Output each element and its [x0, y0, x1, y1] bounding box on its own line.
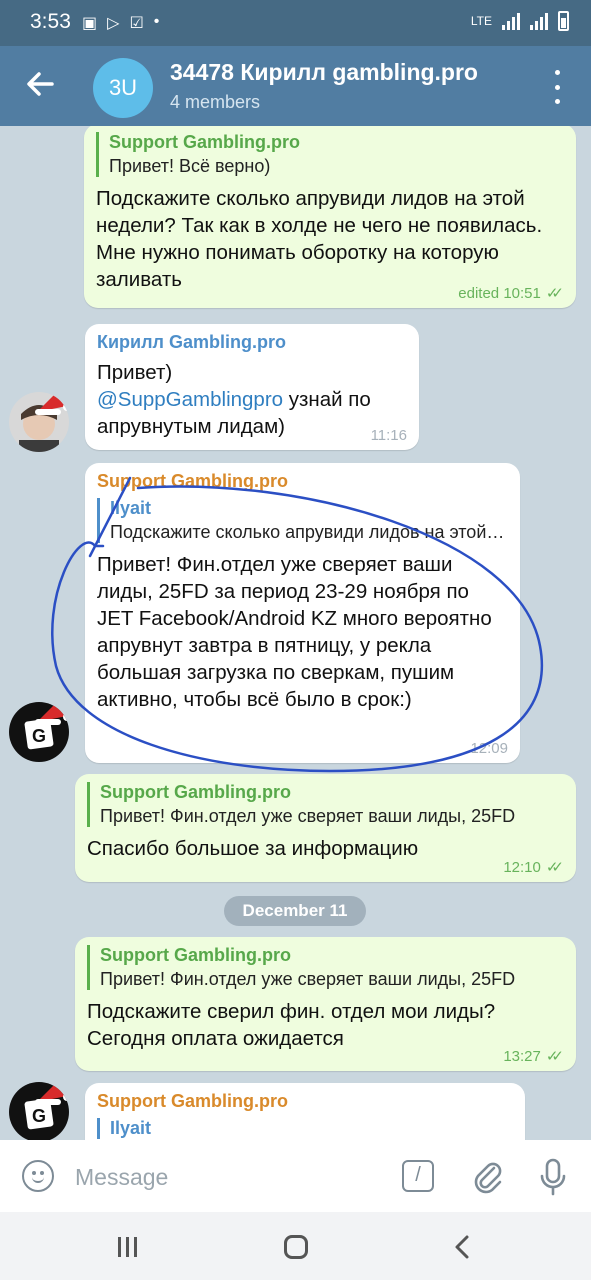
attach-icon[interactable]: [470, 1158, 504, 1194]
message-text: Привет! Фин.отдел уже сверяет ваши лиды,…: [97, 553, 492, 711]
members-count[interactable]: 4 members: [170, 92, 260, 113]
back-arrow-icon[interactable]: [22, 66, 58, 102]
avatar[interactable]: [9, 392, 69, 452]
message-bubble[interactable]: Support Gambling.pro Привет! Фин.отдел у…: [75, 937, 576, 1071]
message-time: 12:10: [503, 858, 541, 876]
reply-sender: Support Gambling.pro: [100, 782, 291, 802]
santa-hat-icon: [35, 394, 69, 415]
avatar[interactable]: G: [9, 1082, 69, 1140]
reply-text: Привет! Всё верно): [109, 156, 271, 176]
message-bubble[interactable]: Support Gambling.pro Привет! Всё верно) …: [84, 126, 576, 308]
home-icon[interactable]: [284, 1235, 308, 1259]
reply-preview[interactable]: Ilyait: [97, 1118, 513, 1139]
message-text: Спасибо большое за информацию: [87, 837, 419, 860]
check-box-icon: ☑: [129, 15, 144, 32]
double-check-icon: ✓✓: [545, 285, 564, 302]
battery-icon: [558, 11, 569, 31]
message-time: 12:09: [470, 740, 508, 757]
message-text: Подскажите сколько апрувиди лидов на это…: [96, 187, 543, 291]
date-separator: December 11: [224, 896, 366, 926]
message-sender[interactable]: Support Gambling.pro: [97, 471, 508, 492]
reply-text: Привет! Фин.отдел уже сверяет ваши лиды,…: [100, 969, 516, 989]
message-sender[interactable]: Support Gambling.pro: [97, 1091, 513, 1112]
network-type: LTE: [470, 14, 492, 28]
message-input[interactable]: [75, 1160, 375, 1194]
reply-preview[interactable]: Support Gambling.pro Привет! Всё верно): [96, 132, 564, 177]
message-bubble[interactable]: Support Gambling.pro Ilyait: [85, 1083, 525, 1140]
play-store-icon: ▷: [107, 15, 120, 32]
message-time: edited 10:51: [458, 284, 541, 302]
santa-hat-icon: [35, 1084, 69, 1105]
group-avatar[interactable]: 3U: [93, 58, 153, 118]
bot-command-icon[interactable]: /: [402, 1160, 434, 1192]
message-text: Подскажите сверил фин. отдел мои лиды? С…: [87, 1000, 496, 1050]
chat-header: 3U 34478 Кирилл gambling.pro 4 members: [0, 46, 591, 126]
microphone-icon[interactable]: [538, 1158, 568, 1196]
message-bubble[interactable]: Кирилл Gambling.pro Привет) @SuppGamblin…: [85, 324, 419, 450]
message-bubble[interactable]: Support Gambling.pro Привет! Фин.отдел у…: [75, 774, 576, 882]
reply-text: Привет! Фин.отдел уже сверяет ваши лиды,…: [100, 806, 516, 826]
chat-title[interactable]: 34478 Кирилл gambling.pro: [170, 59, 520, 86]
avatar[interactable]: G: [9, 702, 69, 762]
message-meta: 11:16: [371, 427, 407, 444]
dot-icon: •: [153, 13, 160, 30]
reply-preview[interactable]: Support Gambling.pro Привет! Фин.отдел у…: [87, 782, 564, 827]
back-icon[interactable]: [452, 1234, 472, 1260]
santa-hat-icon: [35, 704, 69, 725]
message-time: 13:27: [503, 1047, 541, 1065]
svg-text:G: G: [32, 1106, 46, 1126]
signal-icon-2: [530, 12, 548, 30]
reply-sender: Ilyait: [110, 498, 152, 518]
message-sender[interactable]: Кирилл Gambling.pro: [97, 332, 407, 353]
reply-text: Подскажите сколько апрувиди лидов на это…: [110, 522, 508, 542]
system-icons: LTE: [471, 11, 569, 31]
reply-sender: Ilyait: [110, 1118, 152, 1138]
status-time: 3:53: [30, 10, 71, 33]
svg-text:G: G: [32, 726, 46, 746]
double-check-icon: ✓✓: [545, 1048, 564, 1065]
reply-preview[interactable]: Ilyait Подскажите сколько апрувиди лидов…: [97, 498, 508, 543]
message-composer: /: [0, 1140, 591, 1212]
reply-preview[interactable]: Support Gambling.pro Привет! Фин.отдел у…: [87, 945, 564, 990]
double-check-icon: ✓✓: [545, 859, 564, 876]
signal-icon: [502, 12, 520, 30]
message-bubble[interactable]: Support Gambling.pro Ilyait Подскажите с…: [85, 463, 520, 763]
message-meta: 13:27 ✓✓: [503, 1047, 564, 1066]
chat-area[interactable]: Support Gambling.pro Привет! Всё верно) …: [0, 126, 591, 1140]
message-meta: 12:10 ✓✓: [503, 858, 564, 877]
emoji-icon[interactable]: [22, 1160, 54, 1192]
reply-sender: Support Gambling.pro: [100, 945, 291, 965]
more-options-icon[interactable]: [548, 70, 566, 104]
notification-icons: ▣ ▷ ☑ •: [82, 13, 159, 33]
message-meta: 12:09: [470, 740, 508, 757]
image-icon: ▣: [82, 15, 98, 32]
status-bar: 3:53 ▣ ▷ ☑ • LTE: [0, 0, 591, 46]
mention-link[interactable]: @SuppGamblingpro: [97, 388, 283, 411]
message-time: 11:16: [370, 427, 407, 444]
message-text: Привет) @SuppGamblingpro узнай по апрувн…: [97, 361, 371, 438]
recent-apps-icon[interactable]: [118, 1237, 137, 1257]
system-nav-bar: [0, 1212, 591, 1280]
reply-sender: Support Gambling.pro: [109, 132, 300, 152]
message-meta: edited 10:51 ✓✓: [458, 284, 564, 303]
